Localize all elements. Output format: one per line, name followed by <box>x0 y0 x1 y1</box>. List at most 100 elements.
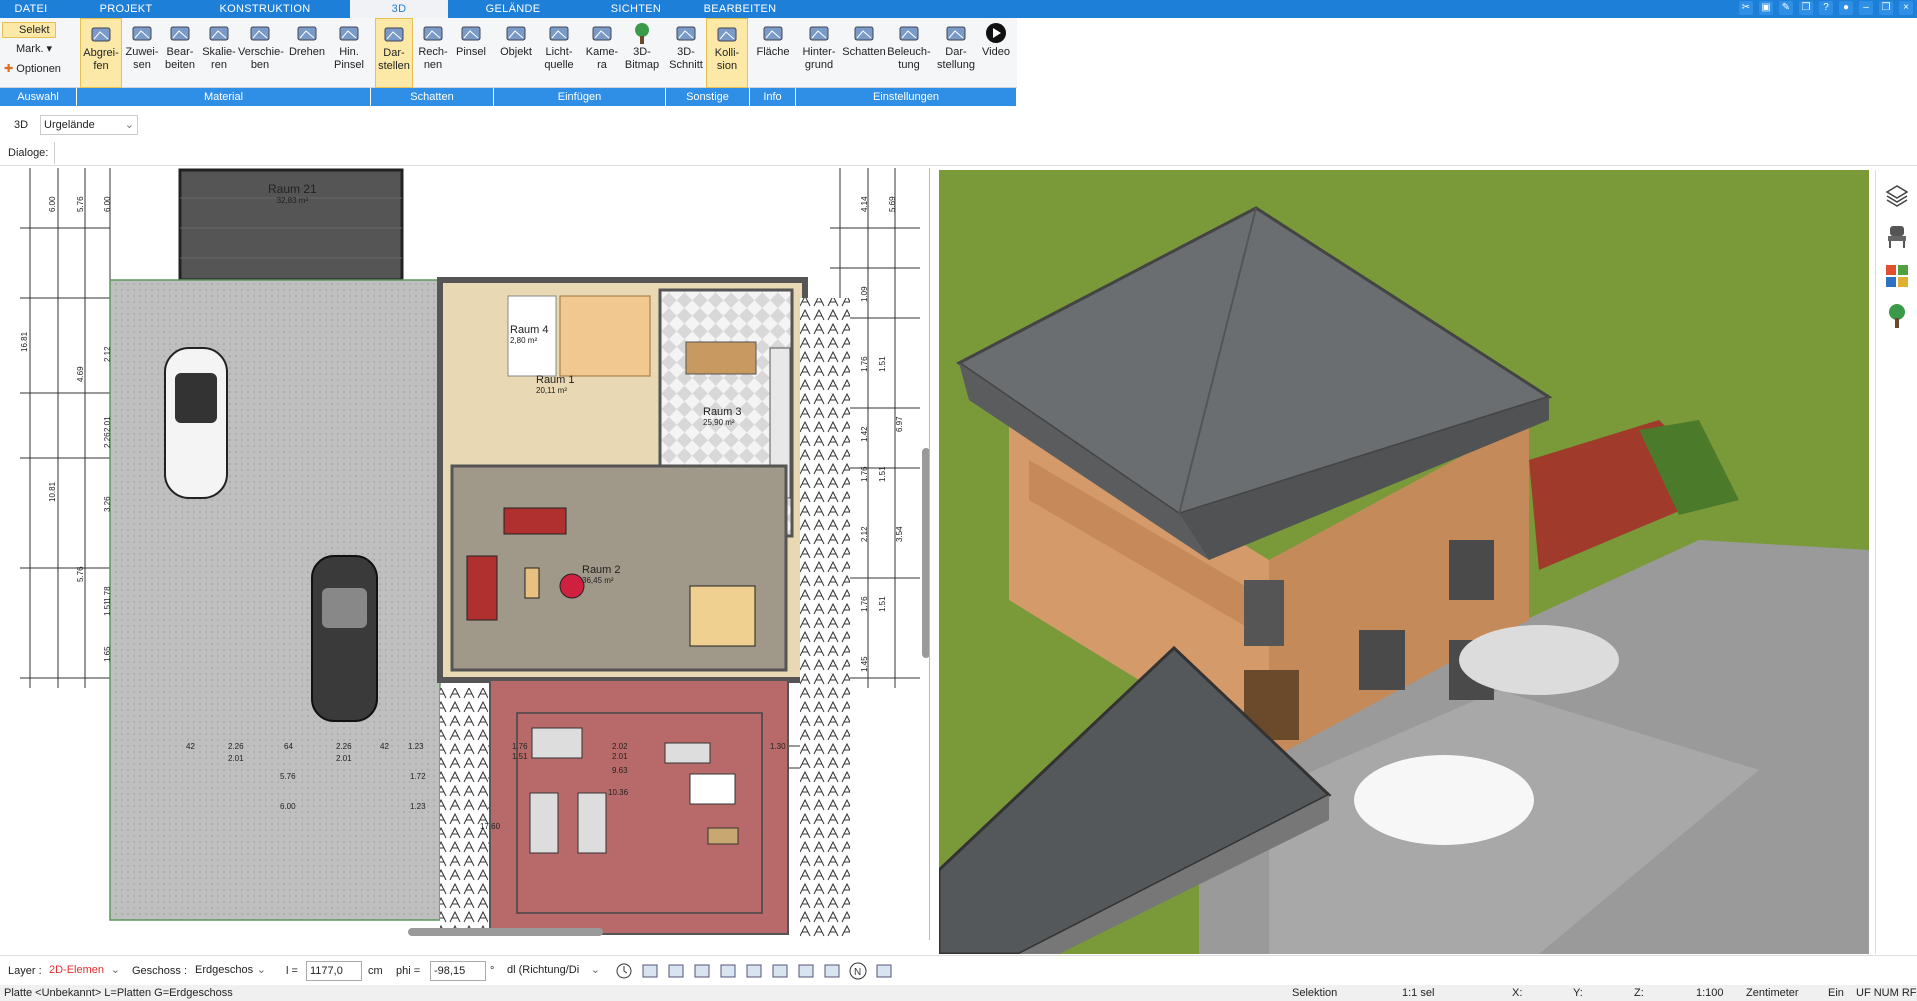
tab-bearbeiten[interactable]: BEARBEITEN <box>700 0 780 18</box>
more-icon[interactable] <box>874 962 894 980</box>
chevron-down-icon: ⌄ <box>256 964 266 976</box>
status-flags: UF NUM RF <box>1856 987 1917 999</box>
dimension-text: 42 <box>380 742 389 751</box>
options-button[interactable]: ✚ Optionen <box>4 62 74 78</box>
ribbon-button-15[interactable]: 3D- Schnitt <box>666 18 706 88</box>
ribbon-button-9[interactable]: Rech- nen <box>413 18 453 88</box>
ribbon-button-2[interactable]: Zuwei- sen <box>122 18 162 88</box>
tab-projekt[interactable]: PROJEKT <box>72 0 180 18</box>
dimension-text: 1.09 <box>860 286 869 302</box>
print-icon[interactable] <box>666 962 686 980</box>
dimension-text: 10.36 <box>608 788 629 797</box>
floor-select[interactable]: Erdgeschos ⌄ <box>192 961 268 981</box>
hatch-icon[interactable] <box>744 962 764 980</box>
dimension-text: 2.12 <box>860 526 869 542</box>
north-icon[interactable]: N <box>848 962 868 980</box>
materials-icon[interactable] <box>1883 262 1911 290</box>
chair-icon[interactable] <box>1883 222 1911 250</box>
layer-select[interactable]: 2D-Elemen ⌄ <box>46 961 122 981</box>
dimension-text: 5.76 <box>280 772 296 781</box>
edit-icon[interactable]: ✎ <box>1779 1 1793 15</box>
close-icon[interactable]: × <box>1899 1 1913 15</box>
ribbon-button-12[interactable]: Licht- quelle <box>537 18 581 88</box>
select-button[interactable]: Selekt <box>2 22 56 38</box>
ribbon-button-19[interactable]: Schatten <box>842 18 886 88</box>
ribbon-button-label: Objekt <box>500 46 532 58</box>
tab-3d[interactable]: 3D <box>350 0 448 18</box>
clock-icon[interactable] <box>614 962 634 980</box>
ribbon-button-4[interactable]: Skalie- ren <box>199 18 239 88</box>
restore-icon[interactable]: ❐ <box>1879 1 1893 15</box>
ribbon-button-21[interactable]: Dar- stellung <box>934 18 978 88</box>
ribbon-button-11[interactable]: Objekt <box>495 18 537 88</box>
collision-icon <box>717 27 737 42</box>
option-bar: 3D Urgelände ⌄ <box>0 112 1917 138</box>
ribbon-button-label: Beleuch- tung <box>887 46 931 71</box>
side-icon-strip <box>1875 170 1917 954</box>
tab-datei[interactable]: DATEI <box>0 0 62 18</box>
ribbon-button-8[interactable]: Dar- stellen <box>375 18 413 88</box>
ribbon-button-5[interactable]: Verschie- ben <box>238 18 284 88</box>
layer-label: Layer : <box>8 965 42 977</box>
screen-icon[interactable] <box>640 962 660 980</box>
tools-icon[interactable]: ✂ <box>1739 1 1753 15</box>
tab-gelaende[interactable]: GELÄNDE <box>458 0 568 18</box>
ribbon-button-18[interactable]: Hinter- grund <box>796 18 842 88</box>
dimension-text: 17.60 <box>480 822 501 831</box>
ribbon-button-16[interactable]: Kolli- sion <box>706 18 748 88</box>
status-ein: Ein <box>1828 987 1844 999</box>
tab-sichten[interactable]: SICHTEN <box>578 0 694 18</box>
help-icon[interactable]: ? <box>1819 1 1833 15</box>
layout-icon[interactable]: ▣ <box>1759 1 1773 15</box>
ribbon-button-label: Kame- ra <box>585 46 619 71</box>
ribbon-button-3[interactable]: Bear- beiten <box>160 18 200 88</box>
ribbon-groups: Auswahl Material Schatten Einfügen Sonst… <box>0 88 1017 106</box>
ribbon-button-14[interactable]: 3D- Bitmap <box>622 18 662 88</box>
3d-view[interactable] <box>939 170 1869 954</box>
light-bulb-icon <box>549 26 569 41</box>
grid-icon[interactable] <box>822 962 842 980</box>
tab-konstruktion[interactable]: KONSTRUKTION <box>190 0 340 18</box>
ribbon-button-10[interactable]: Pinsel <box>450 18 492 88</box>
status-left: Platte <Unbekannt> L=Platten G=Erdgescho… <box>4 987 233 999</box>
cube-icon[interactable] <box>692 962 712 980</box>
car-top <box>311 555 378 722</box>
3d-scene[interactable] <box>939 170 1869 954</box>
line-tool-icon[interactable] <box>718 962 738 980</box>
phi-value: -98,15 <box>434 965 466 977</box>
terrain-select[interactable]: Urgelände ⌄ <box>40 115 138 135</box>
calculate-shadow-icon <box>423 26 443 41</box>
ribbon-button-7[interactable]: Hin. Pinsel <box>330 18 368 88</box>
ribbon-button-20[interactable]: Beleuch- tung <box>886 18 932 88</box>
plane-icon[interactable] <box>770 962 790 980</box>
edit-material-icon <box>170 26 190 41</box>
group-schatten: Schatten <box>371 88 494 106</box>
shadow-icon <box>854 26 874 41</box>
tree-icon[interactable] <box>1883 302 1911 330</box>
wave-icon[interactable] <box>796 962 816 980</box>
layers-icon[interactable] <box>1883 182 1911 210</box>
dimension-text: 2.26 <box>336 742 352 751</box>
ribbon-button-13[interactable]: Kame- ra <box>582 18 622 88</box>
dimension-text: 2.01 <box>612 752 628 761</box>
ribbon-button-17[interactable]: Fläche <box>752 18 794 88</box>
length-input[interactable]: 1177,0 <box>306 961 362 981</box>
direction-select[interactable]: dl (Richtung/Di ⌄ <box>504 961 602 981</box>
status-mode: Selektion <box>1292 987 1338 999</box>
ribbon-button-22[interactable]: Video <box>976 18 1016 88</box>
minimize-icon[interactable]: – <box>1859 1 1873 15</box>
floor-plan-2d[interactable]: Raum 21 32,83 m² Raum 4 2,80 m² Raum 1 20,1… <box>0 168 930 940</box>
ribbon-button-label: Abgrei- fen <box>83 47 119 72</box>
phi-input[interactable]: -98,15 <box>430 961 486 981</box>
dimension-text: 1.23 <box>408 742 424 751</box>
user-icon[interactable]: ● <box>1839 1 1853 15</box>
display-icon <box>384 27 404 42</box>
dimension-text: 2.01 <box>103 416 112 432</box>
mark-button[interactable]: Mark. ▾ <box>4 42 64 58</box>
ribbon-button-1[interactable]: Abgrei- fen <box>80 18 122 88</box>
ribbon-button-6[interactable]: Drehen <box>286 18 328 88</box>
copy-icon[interactable]: ❐ <box>1799 1 1813 15</box>
dimension-text: 1.51 <box>878 466 887 482</box>
object-icon <box>506 26 526 41</box>
floor-plan-drawing[interactable] <box>0 168 930 940</box>
